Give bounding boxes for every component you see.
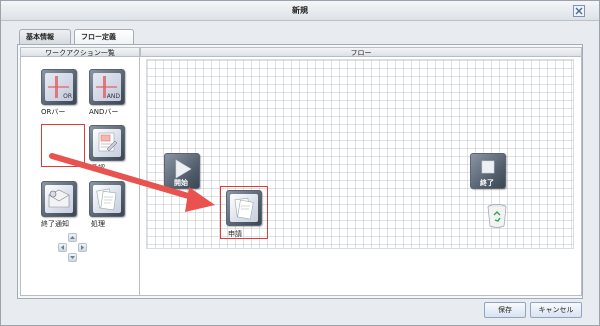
tab-flow-definition[interactable]: フロー定義 bbox=[74, 29, 134, 45]
title-bar: 新規 bbox=[1, 1, 599, 21]
dialog-footer: 保存 キャンセル bbox=[1, 301, 599, 326]
cancel-button[interactable]: キャンセル bbox=[530, 302, 582, 318]
dialog-window: 新規 基本情報 フロー定義 ワークアクション一覧 フロー OR ORバー AND… bbox=[0, 0, 600, 326]
tab-basic-info[interactable]: 基本情報 bbox=[19, 29, 71, 44]
save-button[interactable]: 保存 bbox=[484, 302, 526, 318]
close-icon[interactable] bbox=[573, 5, 585, 17]
flow-definition-panel: ワークアクション一覧 フロー OR ORバー AND ANDバー 承認 終了通知… bbox=[17, 44, 583, 299]
dialog-title: 新規 bbox=[292, 6, 308, 15]
drag-arrow-icon bbox=[49, 153, 215, 212]
